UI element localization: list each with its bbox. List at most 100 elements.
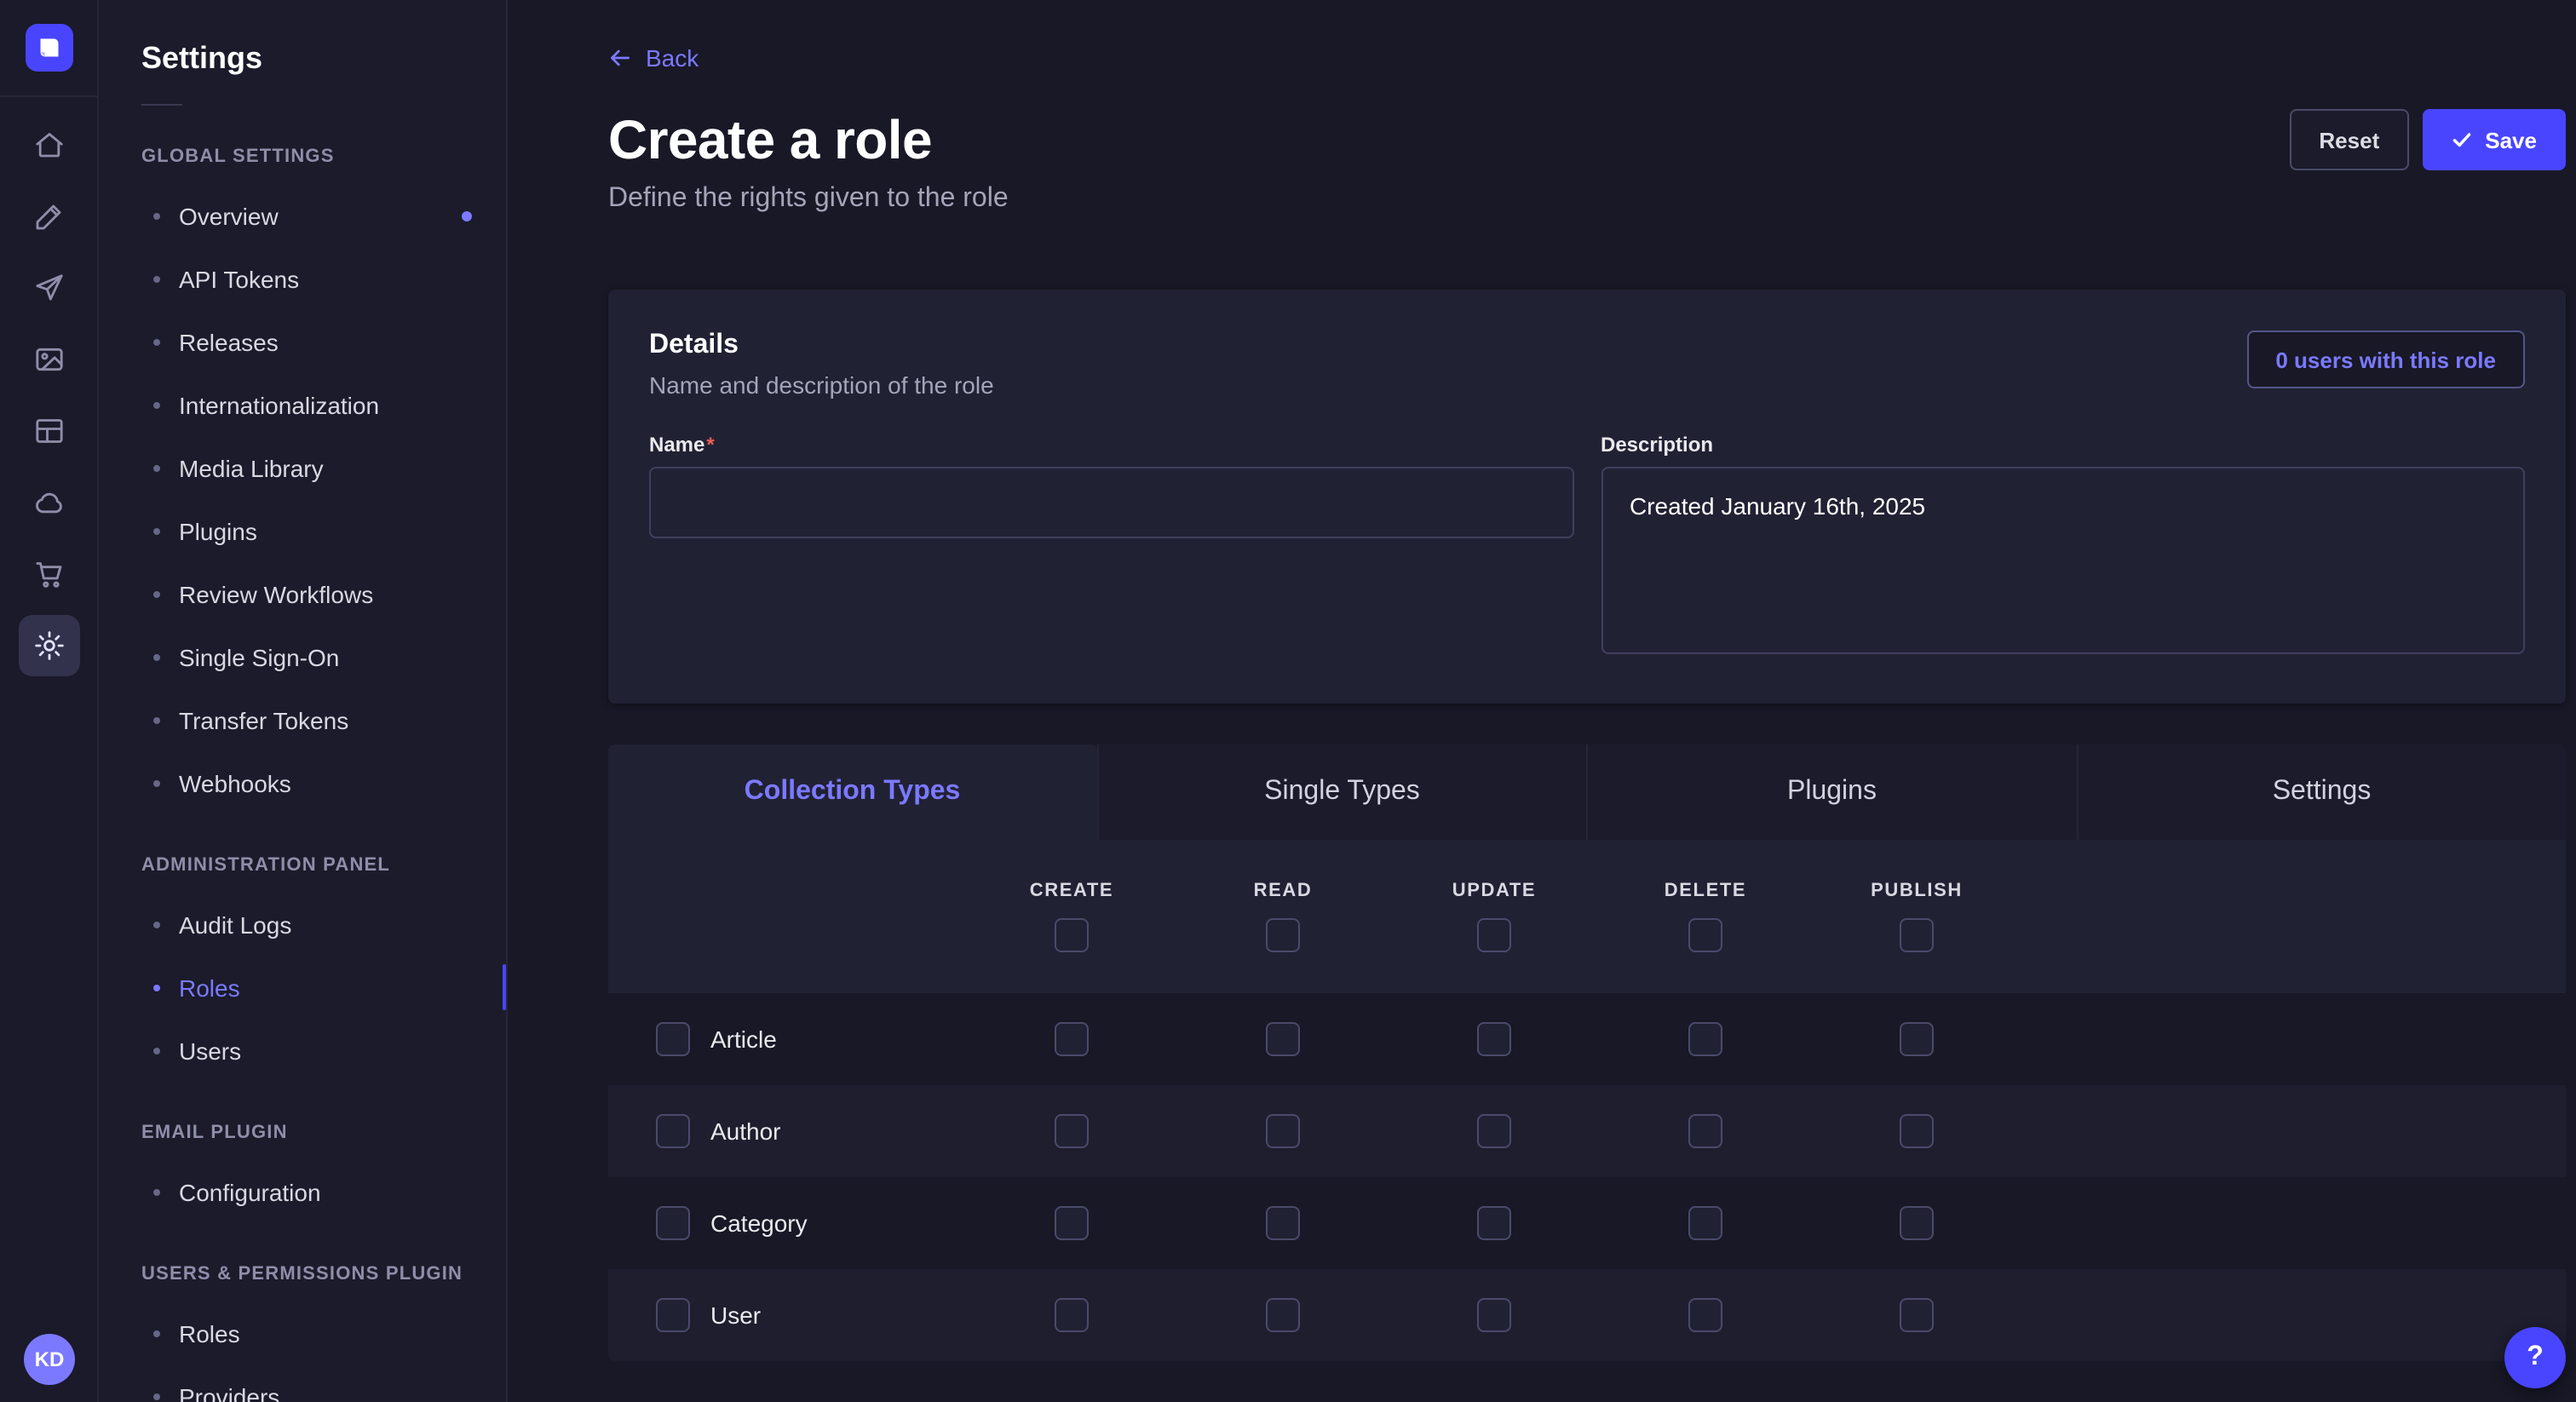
sidebar-item-transfer-tokens[interactable]: Transfer Tokens xyxy=(99,688,506,751)
settings-gear-icon xyxy=(32,629,66,663)
permissions-tabs: Collection Types Single Types Plugins Se… xyxy=(608,744,2566,840)
permission-checkbox[interactable] xyxy=(1266,1022,1300,1056)
page-header: Create a role Define the rights given to… xyxy=(608,106,2566,215)
row-select-checkbox[interactable] xyxy=(656,1206,690,1240)
bullet-icon xyxy=(153,1393,160,1399)
user-avatar[interactable]: KD xyxy=(24,1334,75,1385)
permission-row-article: Article xyxy=(608,993,2566,1085)
name-input[interactable] xyxy=(649,467,1573,538)
nav-media-library-button[interactable] xyxy=(18,329,79,390)
details-title: Details xyxy=(649,330,994,361)
back-link[interactable]: Back xyxy=(608,44,699,72)
sidebar-item-up-providers[interactable]: Providers xyxy=(99,1365,506,1402)
bullet-icon xyxy=(153,338,160,345)
details-card-header: Details Name and description of the role… xyxy=(649,330,2525,399)
bullet-icon xyxy=(153,1188,160,1195)
permission-checkbox[interactable] xyxy=(1900,1298,1934,1332)
save-label: Save xyxy=(2485,127,2537,152)
main-content: Back Create a role Define the rights giv… xyxy=(508,0,2576,1402)
sidebar-item-up-roles[interactable]: Roles xyxy=(99,1301,506,1365)
permission-checkbox[interactable] xyxy=(1266,1206,1300,1240)
tab-collection-types[interactable]: Collection Types xyxy=(608,744,1096,840)
permission-checkbox[interactable] xyxy=(1477,1298,1511,1332)
sidebar-item-api-tokens[interactable]: API Tokens xyxy=(99,247,506,310)
main-nav-rail: KD xyxy=(0,0,99,1402)
permission-checkbox[interactable] xyxy=(1477,1206,1511,1240)
notification-dot-icon xyxy=(462,210,472,221)
nav-icon-list xyxy=(0,97,97,676)
description-textarea[interactable]: Created January 16th, 2025 xyxy=(1601,467,2525,654)
tab-plugins[interactable]: Plugins xyxy=(1586,744,2076,840)
sidebar-item-releases[interactable]: Releases xyxy=(99,310,506,373)
permission-checkbox[interactable] xyxy=(1055,1114,1089,1148)
permission-checkbox[interactable] xyxy=(1900,1114,1934,1148)
permission-checkbox[interactable] xyxy=(1900,1206,1934,1240)
permission-checkbox[interactable] xyxy=(1055,1298,1089,1332)
description-field-group: Description Created January 16th, 2025 xyxy=(1601,433,2525,663)
bullet-icon xyxy=(153,401,160,408)
permission-checkbox[interactable] xyxy=(1266,1114,1300,1148)
details-subtitle: Name and description of the role xyxy=(649,371,994,399)
nav-marketplace-button[interactable] xyxy=(18,543,79,605)
reset-button[interactable]: Reset xyxy=(2290,109,2408,170)
tab-single-types[interactable]: Single Types xyxy=(1096,744,1586,840)
sidebar-item-audit-logs[interactable]: Audit Logs xyxy=(99,893,506,956)
sidebar-item-review-workflows[interactable]: Review Workflows xyxy=(99,562,506,625)
home-icon xyxy=(32,128,66,162)
help-button[interactable]: ? xyxy=(2504,1327,2566,1388)
nav-content-type-builder-button[interactable] xyxy=(18,400,79,462)
sidebar-item-roles[interactable]: Roles xyxy=(99,956,506,1019)
column-publish: PUBLISH xyxy=(1811,881,2022,952)
sidebar-item-media-library[interactable]: Media Library xyxy=(99,436,506,499)
section-label: GLOBAL SETTINGS xyxy=(99,147,506,167)
permission-checkbox[interactable] xyxy=(1477,1022,1511,1056)
section-label: EMAIL PLUGIN xyxy=(99,1123,506,1143)
select-all-update-checkbox[interactable] xyxy=(1477,918,1511,952)
details-card: Details Name and description of the role… xyxy=(608,290,2566,704)
nav-settings-button[interactable] xyxy=(18,615,79,676)
sidebar-item-plugins[interactable]: Plugins xyxy=(99,499,506,562)
select-all-publish-checkbox[interactable] xyxy=(1900,918,1934,952)
permission-checkbox[interactable] xyxy=(1477,1114,1511,1148)
sidebar-item-overview[interactable]: Overview xyxy=(99,184,506,247)
sidebar-divider xyxy=(141,104,182,106)
users-with-role-button[interactable]: 0 users with this role xyxy=(2246,330,2525,388)
sidebar-title: Settings xyxy=(99,41,506,77)
name-label: Name* xyxy=(649,433,1573,457)
select-all-create-checkbox[interactable] xyxy=(1055,918,1089,952)
cloud-icon xyxy=(32,486,66,520)
nav-content-manager-button[interactable] xyxy=(18,186,79,247)
nav-cloud-button[interactable] xyxy=(18,472,79,533)
permission-row-author: Author xyxy=(608,1085,2566,1177)
permission-row-category: Category xyxy=(608,1177,2566,1269)
sidebar-item-users[interactable]: Users xyxy=(99,1019,506,1082)
nav-releases-button[interactable] xyxy=(18,257,79,319)
row-select-checkbox[interactable] xyxy=(656,1298,690,1332)
permission-checkbox[interactable] xyxy=(1688,1114,1722,1148)
strapi-logo xyxy=(0,0,97,97)
permission-checkbox[interactable] xyxy=(1688,1022,1722,1056)
save-button[interactable]: Save xyxy=(2422,109,2566,170)
nav-home-button[interactable] xyxy=(18,114,79,175)
description-label: Description xyxy=(1601,433,2525,457)
permission-checkbox[interactable] xyxy=(1055,1022,1089,1056)
permission-checkbox[interactable] xyxy=(1266,1298,1300,1332)
bullet-icon xyxy=(153,921,160,928)
sidebar-item-webhooks[interactable]: Webhooks xyxy=(99,751,506,814)
row-select-checkbox[interactable] xyxy=(656,1114,690,1148)
sidebar-item-single-sign-on[interactable]: Single Sign-On xyxy=(99,625,506,688)
select-all-delete-checkbox[interactable] xyxy=(1688,918,1722,952)
settings-sidebar: Settings GLOBAL SETTINGS Overview API To… xyxy=(99,0,508,1402)
bullet-icon xyxy=(153,527,160,534)
sidebar-item-internationalization[interactable]: Internationalization xyxy=(99,373,506,436)
sidebar-item-configuration[interactable]: Configuration xyxy=(99,1160,506,1223)
strapi-logo-icon xyxy=(25,24,72,72)
permission-checkbox[interactable] xyxy=(1688,1298,1722,1332)
permission-checkbox[interactable] xyxy=(1055,1206,1089,1240)
tab-settings[interactable]: Settings xyxy=(2076,744,2566,840)
select-all-read-checkbox[interactable] xyxy=(1266,918,1300,952)
row-select-checkbox[interactable] xyxy=(656,1022,690,1056)
permission-checkbox[interactable] xyxy=(1688,1206,1722,1240)
permission-checkbox[interactable] xyxy=(1900,1022,1934,1056)
layout-icon xyxy=(32,414,66,448)
